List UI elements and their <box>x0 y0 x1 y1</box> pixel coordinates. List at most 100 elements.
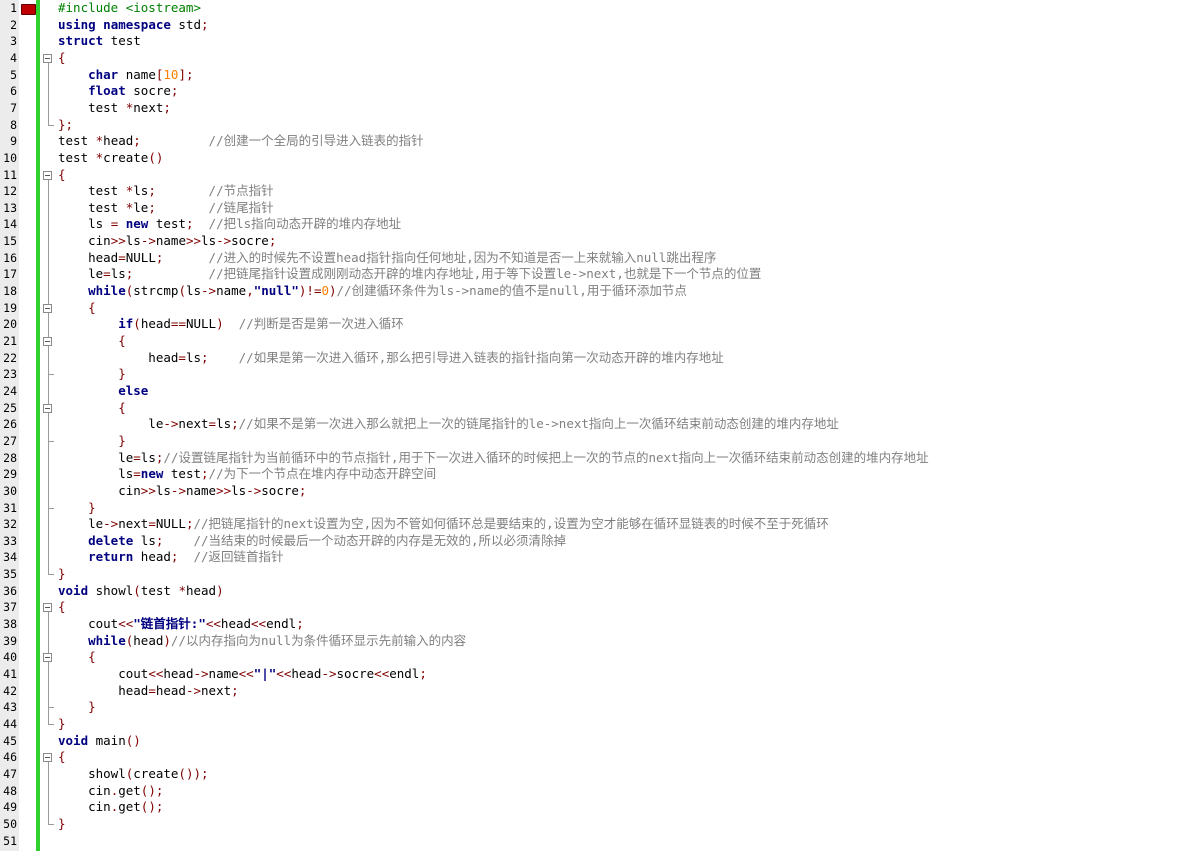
line-number[interactable]: 15 <box>0 233 17 250</box>
line-number[interactable]: 33 <box>0 533 17 550</box>
code-line[interactable]: cin.get(); <box>58 799 163 816</box>
fold-toggle-icon[interactable] <box>43 53 52 63</box>
code-line[interactable]: delete ls; //当结束的时候最后一个动态开辟的内存是无效的,所以必须清… <box>58 533 566 550</box>
fold-toggle-icon[interactable] <box>43 603 52 613</box>
line-number[interactable]: 22 <box>0 350 17 367</box>
code-line[interactable]: } <box>58 699 96 716</box>
code-line[interactable]: cin>>ls->name>>ls->socre; <box>58 233 276 250</box>
line-number[interactable]: 21 <box>0 333 17 350</box>
line-number[interactable]: 5 <box>0 67 17 84</box>
line-number[interactable]: 30 <box>0 483 17 500</box>
code-line[interactable]: cin>>ls->name>>ls->socre; <box>58 483 306 500</box>
breakpoint-marker-icon[interactable] <box>21 4 36 15</box>
line-number[interactable]: 29 <box>0 466 17 483</box>
line-number[interactable]: 51 <box>0 833 17 850</box>
code-line[interactable]: { <box>58 749 66 766</box>
fold-toggle-icon[interactable] <box>43 170 52 180</box>
line-number[interactable]: 42 <box>0 683 17 700</box>
line-number[interactable]: 13 <box>0 200 17 217</box>
line-number[interactable]: 9 <box>0 133 17 150</box>
line-number[interactable]: 40 <box>0 649 17 666</box>
line-number[interactable]: 36 <box>0 583 17 600</box>
line-number[interactable]: 47 <box>0 766 17 783</box>
code-line[interactable]: head=ls; //如果是第一次进入循环,那么把引导进入链表的指针指向第一次动… <box>58 350 723 367</box>
line-number[interactable]: 35 <box>0 566 17 583</box>
code-line[interactable]: } <box>58 566 66 583</box>
line-number[interactable]: 34 <box>0 549 17 566</box>
code-line[interactable]: } <box>58 366 126 383</box>
code-line[interactable]: le->next=ls;//如果不是第一次进入那么就把上一次的链尾指针的le->… <box>58 416 839 433</box>
code-line[interactable]: showl(create()); <box>58 766 208 783</box>
line-number[interactable]: 49 <box>0 799 17 816</box>
line-number[interactable]: 19 <box>0 300 17 317</box>
line-number[interactable]: 18 <box>0 283 17 300</box>
line-number[interactable]: 50 <box>0 816 17 833</box>
line-number[interactable]: 17 <box>0 266 17 283</box>
fold-toggle-icon[interactable] <box>43 403 52 413</box>
line-number[interactable]: 4 <box>0 50 17 67</box>
code-line[interactable]: { <box>58 599 66 616</box>
line-number[interactable]: 23 <box>0 366 17 383</box>
code-line[interactable]: } <box>58 716 66 733</box>
line-number[interactable]: 48 <box>0 783 17 800</box>
line-number[interactable]: 12 <box>0 183 17 200</box>
line-number[interactable]: 11 <box>0 167 17 184</box>
code-line[interactable]: { <box>58 300 96 317</box>
line-number[interactable]: 2 <box>0 17 17 34</box>
code-line[interactable]: ls = new test; //把ls指向动态开辟的堆内存地址 <box>58 216 401 233</box>
bookmark-margin[interactable] <box>19 0 36 851</box>
code-line[interactable]: while(head)//以内存指向为null为条件循环显示先前输入的内容 <box>58 633 466 650</box>
code-line[interactable]: struct test <box>58 33 141 50</box>
code-line[interactable]: test *ls; //节点指针 <box>58 183 274 200</box>
code-line[interactable]: else <box>58 383 148 400</box>
code-line[interactable]: { <box>58 50 66 67</box>
fold-toggle-icon[interactable] <box>43 303 52 313</box>
code-line[interactable]: head=NULL; //进入的时候先不设置head指针指向任何地址,因为不知道… <box>58 250 716 267</box>
code-line[interactable]: test *create() <box>58 150 163 167</box>
line-number[interactable]: 28 <box>0 450 17 467</box>
line-number[interactable]: 20 <box>0 316 17 333</box>
code-line[interactable]: cin.get(); <box>58 783 163 800</box>
line-number[interactable]: 8 <box>0 117 17 134</box>
line-number[interactable]: 10 <box>0 150 17 167</box>
code-line[interactable]: } <box>58 433 126 450</box>
code-editor[interactable]: #include <iostream> using namespace std; s… <box>0 0 1186 851</box>
code-line[interactable]: return head; //返回链首指针 <box>58 549 283 566</box>
code-line[interactable]: cout<<head->name<<"|"<<head->socre<<endl… <box>58 666 427 683</box>
code-line[interactable]: { <box>58 400 126 417</box>
line-number[interactable]: 25 <box>0 400 17 417</box>
line-number[interactable]: 32 <box>0 516 17 533</box>
line-number[interactable]: 38 <box>0 616 17 633</box>
code-line[interactable]: }; <box>58 117 73 134</box>
line-number[interactable]: 14 <box>0 216 17 233</box>
fold-toggle-icon[interactable] <box>43 753 52 763</box>
code-line[interactable]: void showl(test *head) <box>58 583 224 600</box>
line-number[interactable]: 43 <box>0 699 17 716</box>
code-line[interactable]: le=ls; //把链尾指针设置成刚刚动态开辟的堆内存地址,用于等下设置le->… <box>58 266 761 283</box>
code-line[interactable]: { <box>58 649 96 666</box>
line-number[interactable]: 41 <box>0 666 17 683</box>
line-number[interactable]: 7 <box>0 100 17 117</box>
fold-toggle-icon[interactable] <box>43 337 52 346</box>
line-number[interactable]: 31 <box>0 500 17 517</box>
code-line[interactable]: test *next; <box>58 100 171 117</box>
code-line[interactable]: using namespace std; <box>58 17 209 34</box>
code-line[interactable]: #include <iostream> <box>58 0 201 17</box>
line-number[interactable]: 37 <box>0 599 17 616</box>
code-line[interactable]: ls=new test;//为下一个节点在堆内存中动态开辟空间 <box>58 466 436 483</box>
fold-toggle-icon[interactable] <box>43 653 52 663</box>
code-line[interactable]: } <box>58 500 96 517</box>
line-number[interactable]: 45 <box>0 733 17 750</box>
code-line[interactable]: { <box>58 167 66 184</box>
code-line[interactable]: le->next=NULL;//把链尾指针的next设置为空,因为不管如何循环总… <box>58 516 829 533</box>
code-line[interactable]: cout<<"链首指针:"<<head<<endl; <box>58 616 304 633</box>
code-line[interactable]: le=ls;//设置链尾指针为当前循环中的节点指针,用于下一次进入循环的时候把上… <box>58 450 928 467</box>
line-number[interactable]: 16 <box>0 250 17 267</box>
code-line[interactable]: { <box>58 333 126 350</box>
line-number[interactable]: 6 <box>0 83 17 100</box>
code-line[interactable]: test *le; //链尾指针 <box>58 200 274 217</box>
code-line[interactable]: test *head; //创建一个全局的引导进入链表的指针 <box>58 133 424 150</box>
code-line[interactable]: float socre; <box>58 83 178 100</box>
line-number[interactable]: 44 <box>0 716 17 733</box>
code-line[interactable]: if(head==NULL) //判断是否是第一次进入循环 <box>58 316 404 333</box>
